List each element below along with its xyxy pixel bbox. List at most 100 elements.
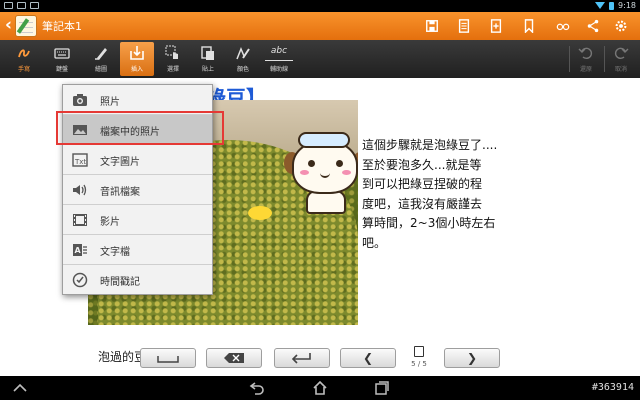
- undo-label: 還原: [579, 66, 592, 73]
- notification-icon: [4, 2, 13, 9]
- prev-page-button[interactable]: ❮: [340, 348, 396, 368]
- add-page-icon[interactable]: [489, 19, 503, 33]
- menu-item-timestamp[interactable]: 時間戳記: [63, 265, 212, 295]
- guide-line-icon: abc: [265, 45, 293, 61]
- menu-item-label: 文字檔: [100, 247, 130, 258]
- keyboard-helper-bar: ❮ ❯: [140, 346, 500, 370]
- speaker-icon: [72, 182, 88, 198]
- text-image-icon: Txt: [72, 152, 88, 168]
- page-view-icon[interactable]: [457, 19, 471, 33]
- notification-icon: [30, 2, 39, 9]
- color-pen-icon: [235, 45, 251, 61]
- camera-icon: [72, 92, 88, 108]
- handwrite-tool[interactable]: 手寫: [7, 42, 41, 76]
- recent-apps-icon[interactable]: [374, 380, 390, 396]
- space-key[interactable]: [140, 348, 196, 368]
- paragraph-line: 吧。: [362, 235, 387, 250]
- insert-icon: [129, 45, 145, 61]
- select-hand-icon: [165, 45, 181, 61]
- note-paragraph: 這個步驟就是泡綠豆了.... 至於要泡多久...就是等 到可以把綠豆捏破的程 度…: [362, 136, 512, 253]
- menu-item-label: 影片: [100, 217, 120, 228]
- paste-icon: [200, 45, 216, 61]
- status-time: 9:18: [618, 1, 636, 10]
- bookmark-icon[interactable]: [522, 19, 536, 33]
- duck-sticker: [248, 206, 272, 220]
- tool-bar: 手寫 鍵盤 繪圖 插入 選擇 貼上 顏色 abc 輔助線 還原 取消: [0, 40, 640, 78]
- select-tool[interactable]: 選擇: [156, 42, 190, 76]
- home-icon[interactable]: [312, 380, 328, 396]
- backspace-icon: [224, 353, 244, 363]
- menu-item-text-file[interactable]: A 文字檔: [63, 235, 212, 265]
- handwrite-label: 手寫: [17, 66, 30, 73]
- enter-key[interactable]: [274, 348, 330, 368]
- svg-text:Txt: Txt: [74, 158, 86, 166]
- settings-gear-icon[interactable]: [614, 19, 628, 33]
- paste-tool[interactable]: 貼上: [191, 42, 225, 76]
- note-paragraph-2: 泡過的豆: [98, 350, 147, 364]
- page-count: 5 / 5: [411, 360, 427, 368]
- next-page-button[interactable]: ❯: [444, 348, 500, 368]
- undo-tool[interactable]: 還原: [569, 42, 603, 76]
- document-title: 筆記本1: [42, 20, 82, 33]
- screen: 9:18 ‹ 筆記本1 手寫 鍵盤 繪圖 插入 選擇 貼上 顏色 abc 輔助線…: [0, 0, 640, 400]
- share-icon[interactable]: [586, 19, 600, 33]
- status-right: 9:18: [595, 1, 636, 10]
- navigation-bar: #363914: [0, 376, 640, 400]
- paragraph-line: 算時間，2~3個小時左右: [362, 216, 496, 230]
- draw-label: 繪圖: [94, 66, 107, 73]
- draw-tool[interactable]: 繪圖: [84, 42, 118, 76]
- keyboard-label: 鍵盤: [55, 66, 68, 73]
- guide-line-label: 輔助線: [269, 66, 288, 73]
- read-mode-icon[interactable]: [556, 19, 570, 33]
- title-bar: ‹ 筆記本1: [0, 12, 640, 40]
- svg-text:A: A: [75, 246, 82, 255]
- wifi-icon: [595, 2, 606, 9]
- paragraph-line: 度吧，這我沒有嚴謹去: [362, 196, 483, 211]
- notification-icons: [4, 2, 39, 9]
- menu-item-label: 文字圖片: [100, 157, 140, 168]
- clock-icon: [72, 272, 88, 288]
- collapse-icon[interactable]: [12, 380, 28, 396]
- menu-item-label: 時間戳記: [100, 277, 140, 288]
- watermark-text: #363914: [591, 382, 634, 393]
- redo-icon: [613, 45, 629, 61]
- undo-icon: [578, 45, 594, 61]
- paragraph-line: 至於要泡多久...就是等: [362, 157, 482, 172]
- text-file-icon: A: [72, 242, 88, 258]
- battery-icon: [609, 1, 615, 10]
- color-tool[interactable]: 顏色: [226, 42, 260, 76]
- paste-label: 貼上: [201, 66, 214, 73]
- page-thumbnail-icon: [414, 346, 424, 357]
- menu-item-video[interactable]: 影片: [63, 205, 212, 235]
- backspace-key[interactable]: [206, 348, 262, 368]
- redo-tool[interactable]: 取消: [604, 42, 638, 76]
- save-icon[interactable]: [425, 19, 439, 33]
- paragraph-line: 這個步驟就是泡綠豆了....: [362, 138, 498, 152]
- keyboard-tool[interactable]: 鍵盤: [45, 42, 79, 76]
- insert-label: 插入: [130, 66, 143, 73]
- handwrite-icon: [16, 45, 32, 61]
- status-bar: 9:18: [0, 0, 640, 12]
- page-indicator: 5 / 5: [398, 346, 440, 370]
- film-icon: [72, 212, 88, 228]
- menu-item-audio[interactable]: 音訊檔案: [63, 175, 212, 205]
- select-label: 選擇: [166, 66, 179, 73]
- cartoon-dog-sticker: [280, 126, 358, 218]
- highlight-annotation-box: [56, 111, 224, 145]
- app-logo[interactable]: [15, 15, 37, 37]
- enter-icon: [291, 353, 311, 364]
- guide-line-tool[interactable]: abc 輔助線: [262, 42, 296, 76]
- menu-item-text-image[interactable]: Txt 文字圖片: [63, 145, 212, 175]
- menu-item-label: 音訊檔案: [100, 187, 140, 198]
- brush-icon: [93, 45, 109, 61]
- notification-icon: [17, 2, 26, 9]
- insert-tool[interactable]: 插入: [120, 42, 154, 76]
- back-icon[interactable]: ‹: [5, 15, 12, 35]
- menu-item-label: 照片: [100, 97, 120, 108]
- space-icon: [157, 356, 179, 363]
- back-nav-icon[interactable]: [249, 380, 265, 396]
- keyboard-icon: [54, 45, 70, 61]
- paragraph-line: 到可以把綠豆捏破的程: [362, 177, 483, 191]
- color-label: 顏色: [236, 66, 249, 73]
- redo-label: 取消: [614, 66, 627, 73]
